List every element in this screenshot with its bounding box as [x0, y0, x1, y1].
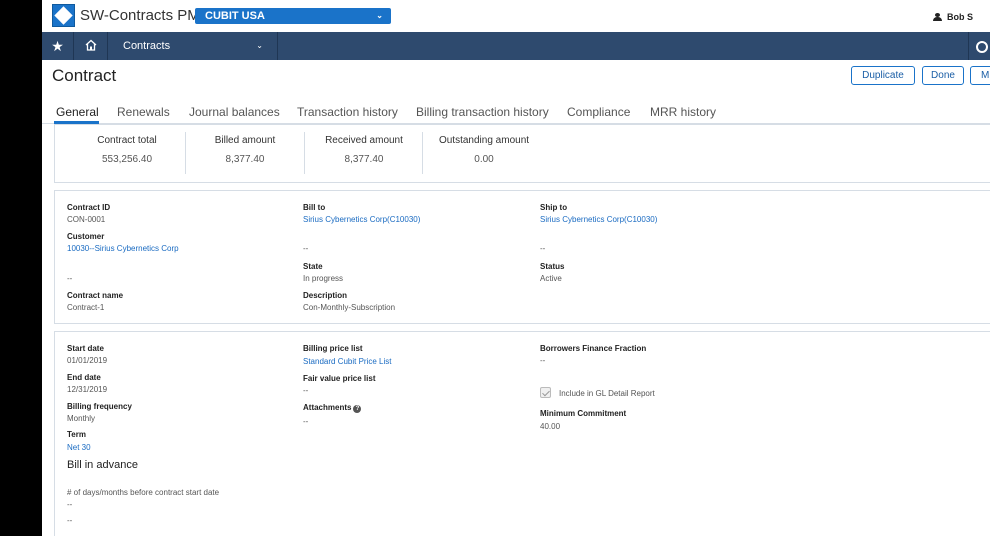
- term-label: Term: [67, 430, 86, 439]
- min-commitment-label: Minimum Commitment: [540, 409, 627, 418]
- min-commitment-value: 40.00: [540, 422, 561, 431]
- gl-report-label: Include in GL Detail Report: [559, 389, 655, 398]
- top-bar: SW-Contracts PMM CUBIT USA ⌄ Bob S: [42, 0, 990, 32]
- contract-details-panel: Contract ID CON-0001 Customer 10030--Sir…: [54, 190, 990, 324]
- tab-renewals[interactable]: Renewals: [117, 105, 170, 119]
- tab-compliance[interactable]: Compliance: [567, 105, 630, 119]
- metric-label: Outstanding amount: [438, 135, 530, 146]
- end-date-label: End date: [67, 373, 101, 382]
- tab-transaction-history[interactable]: Transaction history: [297, 105, 398, 119]
- metric-label: Billed amount: [214, 135, 276, 146]
- tab-general[interactable]: General: [56, 105, 99, 119]
- gl-report-checkbox[interactable]: [540, 387, 551, 398]
- done-button[interactable]: Done: [922, 66, 964, 85]
- summary-panel: Contract total 553,256.40 Billed amount …: [54, 124, 990, 183]
- nav-module-contracts[interactable]: Contracts ⌄: [108, 32, 278, 60]
- user-menu[interactable]: Bob S: [933, 12, 973, 22]
- home-icon[interactable]: [74, 32, 108, 60]
- metric-value: 553,256.40: [101, 154, 153, 165]
- search-icon[interactable]: [968, 32, 990, 60]
- attachments-label-text: Attachments: [303, 403, 352, 412]
- divider: [185, 132, 186, 174]
- metric-value: 8,377.40: [225, 154, 265, 165]
- bill-to-link[interactable]: Sirius Cybernetics Corp(C10030): [303, 215, 420, 224]
- end-date-value: 12/31/2019: [67, 385, 108, 394]
- divider: [304, 132, 305, 174]
- entity-select[interactable]: CUBIT USA ⌄: [195, 8, 391, 24]
- chevron-down-icon: ⌄: [376, 11, 383, 20]
- tab-bar: General Renewals Journal balances Transa…: [42, 98, 990, 124]
- borrowers-finance-label: Borrowers Finance Fraction: [540, 344, 647, 353]
- customer-link[interactable]: 10030--Sirius Cybernetics Corp: [67, 244, 179, 253]
- metric-label: Contract total: [97, 135, 157, 146]
- help-icon[interactable]: ?: [353, 405, 362, 413]
- more-button[interactable]: M: [970, 66, 990, 85]
- term-link[interactable]: Net 30: [67, 443, 91, 452]
- start-date-value: 01/01/2019: [67, 356, 108, 365]
- contract-app: SW-Contracts PMM CUBIT USA ⌄ Bob S ★ Con…: [42, 0, 990, 536]
- billing-frequency-label: Billing frequency: [67, 402, 132, 411]
- description-label: Description: [303, 291, 348, 300]
- metric-value: 0.00: [474, 154, 494, 165]
- tab-mrr-history[interactable]: MRR history: [650, 105, 716, 119]
- bill-to-extra-value: --: [303, 244, 309, 253]
- status-label: Status: [540, 262, 565, 271]
- page-title: Contract: [52, 66, 117, 85]
- billing-price-list-link[interactable]: Standard Cubit Price List: [303, 357, 392, 366]
- divider: [422, 132, 423, 174]
- ship-to-extra-value: --: [540, 244, 546, 253]
- duplicate-button[interactable]: Duplicate: [851, 66, 915, 85]
- customer-extra-value: --: [67, 274, 73, 283]
- billing-price-list-label: Billing price list: [303, 344, 363, 353]
- fair-value-value: --: [303, 386, 309, 395]
- attachments-label: Attachments?: [303, 403, 362, 413]
- metric-received-amount: Received amount 8,377.40: [319, 135, 409, 173]
- fair-value-label: Fair value price list: [303, 374, 376, 383]
- borrowers-finance-value: --: [540, 356, 546, 365]
- billing-details-panel: Start date 01/01/2019 End date 12/31/201…: [54, 331, 990, 536]
- days-before-label: # of days/months before contract start d…: [67, 488, 220, 497]
- contract-id-value: CON-0001: [67, 215, 106, 224]
- tab-journal-balances[interactable]: Journal balances: [189, 105, 280, 119]
- start-date-label: Start date: [67, 344, 104, 353]
- metric-label: Received amount: [325, 135, 403, 146]
- days-before-value: --: [67, 500, 73, 509]
- nav-bar: ★ Contracts ⌄: [42, 32, 990, 60]
- user-icon: [933, 13, 942, 21]
- contract-id-label: Contract ID: [67, 203, 111, 212]
- star-icon[interactable]: ★: [42, 32, 74, 60]
- bill-to-label: Bill to: [303, 203, 326, 212]
- metric-outstanding-amount: Outstanding amount 0.00: [435, 135, 533, 173]
- app-logo-icon[interactable]: [52, 4, 75, 27]
- tab-billing-transaction-history[interactable]: Billing transaction history: [416, 105, 549, 119]
- status-value: Active: [540, 274, 562, 283]
- chevron-down-icon: ⌄: [256, 41, 263, 50]
- metric-billed-amount: Billed amount 8,377.40: [203, 135, 287, 173]
- metric-value: 8,377.40: [344, 154, 384, 165]
- attachments-value: --: [303, 417, 309, 426]
- ship-to-label: Ship to: [540, 203, 568, 212]
- bill-in-advance-heading: Bill in advance: [67, 459, 138, 471]
- contract-name-value: Contract-1: [67, 303, 105, 312]
- ship-to-link[interactable]: Sirius Cybernetics Corp(C10030): [540, 215, 657, 224]
- days-before-value-2: --: [67, 516, 73, 525]
- entity-select-label: CUBIT USA: [205, 10, 265, 22]
- billing-frequency-value: Monthly: [67, 414, 96, 423]
- customer-label: Customer: [67, 232, 105, 241]
- state-label: State: [303, 262, 323, 271]
- description-value: Con-Monthly-Subscription: [303, 303, 396, 312]
- app-title: SW-Contracts PMM: [80, 7, 213, 24]
- nav-module-label: Contracts: [123, 40, 171, 52]
- metric-contract-total: Contract total 553,256.40: [85, 135, 169, 173]
- user-name: Bob S: [947, 12, 973, 22]
- contract-name-label: Contract name: [67, 291, 124, 300]
- state-value: In progress: [303, 274, 344, 283]
